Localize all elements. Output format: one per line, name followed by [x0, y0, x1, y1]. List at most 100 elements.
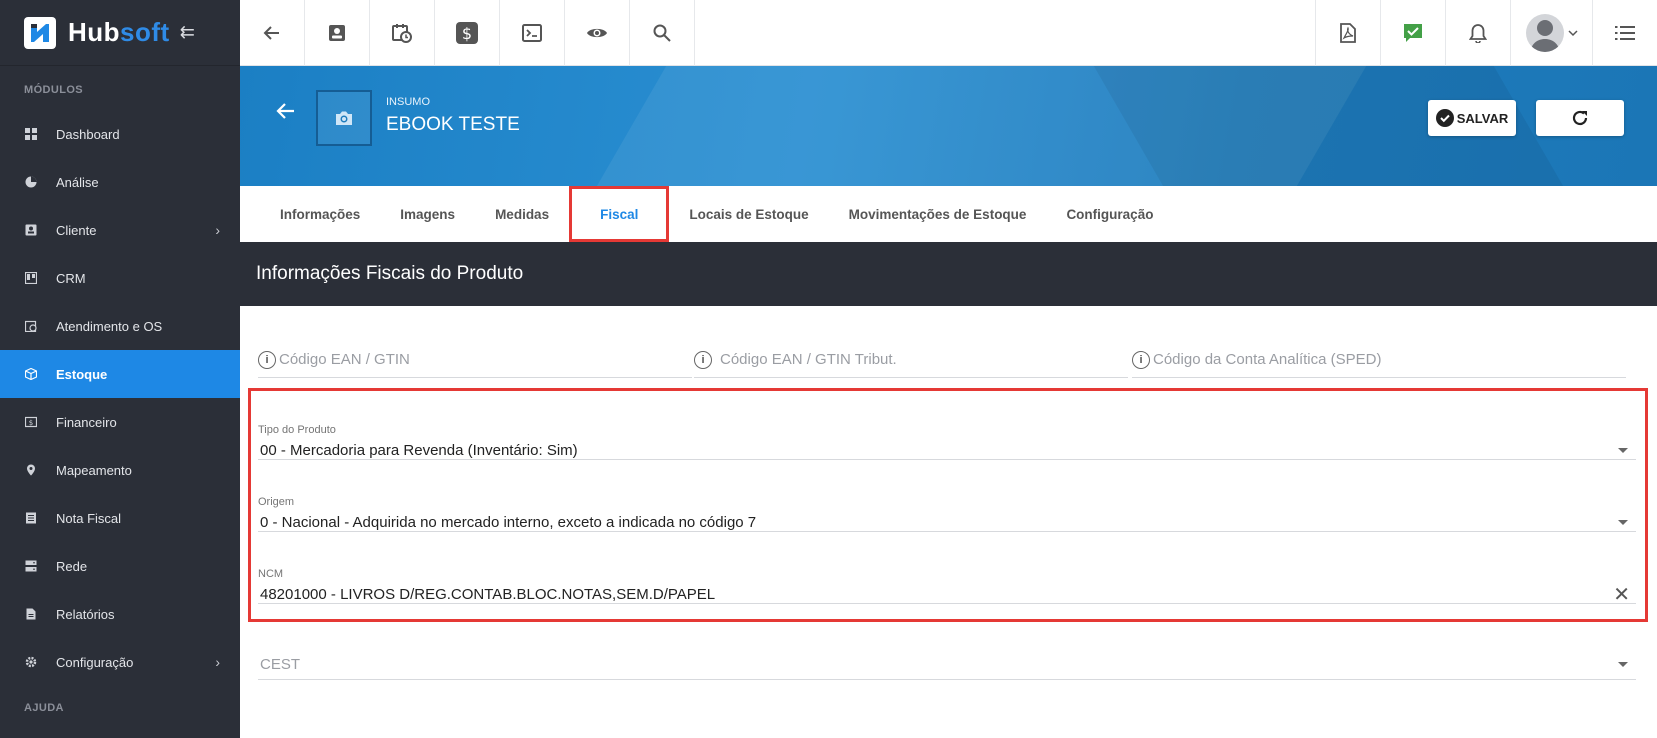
terminal-button[interactable] [500, 0, 565, 66]
ncm-label: NCM [258, 568, 284, 580]
sidebar-item-label: Financeiro [56, 414, 117, 430]
product-photo-upload[interactable] [316, 90, 372, 146]
sidebar-item-label: Relatórios [56, 606, 115, 622]
refresh-button[interactable] [1536, 100, 1624, 136]
sidebar-item-estoque[interactable]: Estoque [0, 350, 240, 398]
schedule-button[interactable] [370, 0, 435, 66]
hubsoft-logo-icon [24, 16, 56, 49]
sidebar-item-cliente[interactable]: Cliente › [0, 206, 240, 254]
user-menu[interactable] [1510, 0, 1592, 66]
sidebar-item-dashboard[interactable]: Dashboard [0, 110, 240, 158]
save-button[interactable]: SALVAR [1428, 100, 1516, 136]
contacts-button[interactable] [305, 0, 370, 66]
bell-icon [1469, 24, 1487, 43]
clear-icon[interactable]: ✕ [1613, 582, 1630, 607]
back-to-list-button[interactable] [276, 102, 296, 125]
sidebar-item-mapeamento[interactable]: Mapeamento [0, 446, 240, 494]
info-icon: i [694, 350, 712, 369]
origem-select[interactable]: Origem 0 - Nacional - Adquirida no merca… [258, 492, 1636, 532]
checked-message-icon [1404, 24, 1422, 42]
back-button[interactable] [240, 0, 305, 66]
sidebar-item-label: Cliente [56, 222, 97, 238]
document-icon [24, 607, 38, 621]
product-kind: INSUMO [386, 96, 430, 108]
tipo-produto-select[interactable]: Tipo do Produto 00 - Mercadoria para Rev… [258, 420, 1636, 460]
kanban-icon [24, 271, 38, 285]
fiscal-form: i Código EAN / GTIN i Código EAN / GTIN … [240, 306, 1657, 738]
tipo-produto-value: 00 - Mercadoria para Revenda (Inventário… [260, 442, 578, 459]
ncm-value: 48201000 - LIVROS D/REG.CONTAB.BLOC.NOTA… [260, 586, 716, 603]
tab-configuracao[interactable]: Configuração [1046, 186, 1173, 242]
sped-account-field[interactable]: i Código da Conta Analítica (SPED) [1132, 342, 1626, 378]
sidebar-item-analise[interactable]: Análise [0, 158, 240, 206]
sidebar-item-label: Nota Fiscal [56, 510, 122, 526]
pie-chart-icon [24, 175, 38, 189]
sidebar-item-rede[interactable]: Rede [0, 542, 240, 590]
notifications-button[interactable] [1445, 0, 1510, 66]
product-title: EBOOK TESTE [386, 114, 520, 135]
sidebar-item-label: Rede [56, 558, 88, 574]
sidebar-item-label: Mapeamento [56, 462, 132, 478]
pdf-icon [1340, 23, 1356, 43]
origem-value: 0 - Nacional - Adquirida no mercado inte… [260, 514, 757, 531]
ean-tribut-field[interactable]: i Código EAN / GTIN Tribut. [694, 342, 1128, 378]
ean-placeholder: Código EAN / GTIN [279, 351, 410, 368]
cest-placeholder: CEST [260, 656, 301, 673]
sidebar-item-atendimento[interactable]: Atendimento e OS [0, 302, 240, 350]
finance-button[interactable]: $ [435, 0, 500, 66]
user-avatar-icon [1529, 20, 1560, 52]
sidebar-item-nota-fiscal[interactable]: Nota Fiscal [0, 494, 240, 542]
info-icon: i [258, 350, 276, 369]
pdf-button[interactable] [1315, 0, 1380, 66]
cest-select[interactable]: CEST [258, 644, 1636, 680]
server-icon [24, 559, 38, 573]
calendar-clock-icon [392, 24, 412, 43]
collapse-sidebar-icon[interactable]: ⇇ [180, 22, 195, 43]
box-icon [24, 367, 38, 381]
tipo-produto-label: Tipo do Produto [258, 424, 336, 436]
gear-icon [24, 655, 38, 669]
ean-tribut-placeholder: Código EAN / GTIN Tribut. [720, 351, 897, 368]
brand-bar: Hubsoft ⇇ [0, 0, 240, 66]
terminal-icon [522, 24, 542, 42]
svg-text:$: $ [462, 24, 472, 43]
search-icon [653, 24, 671, 42]
section-label-modules: MÓDULOS [24, 84, 84, 96]
ean-field[interactable]: i Código EAN / GTIN [258, 342, 692, 378]
sidebar-item-crm[interactable]: CRM [0, 254, 240, 302]
info-icon: i [1132, 350, 1150, 369]
contact-card-icon [329, 25, 345, 41]
menu-list-button[interactable] [1592, 0, 1657, 66]
sidebar-item-configuracao[interactable]: Configuração › [0, 638, 240, 686]
section-label-help: AJUDA [24, 702, 64, 714]
back-arrow-icon [276, 103, 294, 119]
chevron-right-icon: › [215, 222, 220, 238]
dropdown-arrow-icon [1618, 662, 1628, 667]
dropdown-arrow-icon [1618, 520, 1628, 525]
list-icon [1615, 26, 1635, 40]
dropdown-arrow-icon [1618, 448, 1628, 453]
search-button[interactable] [630, 0, 695, 66]
tab-informacoes[interactable]: Informações [260, 186, 380, 242]
ncm-select[interactable]: NCM 48201000 - LIVROS D/REG.CONTAB.BLOC.… [258, 564, 1636, 607]
tab-fiscal[interactable]: Fiscal [569, 186, 670, 242]
calendar-clock-icon [24, 319, 38, 333]
tab-movimentacoes-estoque[interactable]: Movimentações de Estoque [829, 186, 1047, 242]
messages-button[interactable] [1380, 0, 1445, 66]
sidebar-item-label: Dashboard [56, 126, 120, 142]
camera-icon [336, 111, 352, 125]
tab-locais-estoque[interactable]: Locais de Estoque [669, 186, 828, 242]
sidebar-item-label: Configuração [56, 654, 134, 670]
sidebar-item-relatorios[interactable]: Relatórios [0, 590, 240, 638]
tab-medidas[interactable]: Medidas [475, 186, 569, 242]
sidebar-item-financeiro[interactable]: $ Financeiro [0, 398, 240, 446]
view-button[interactable] [565, 0, 630, 66]
receipt-icon [24, 511, 38, 525]
dashboard-icon [24, 127, 38, 141]
section-title: Informações Fiscais do Produto [240, 242, 1657, 306]
map-pin-icon [24, 463, 38, 477]
origem-label: Origem [258, 496, 295, 508]
tab-imagens[interactable]: Imagens [380, 186, 475, 242]
product-header: INSUMO EBOOK TESTE SALVAR [240, 66, 1657, 186]
sidebar-item-label: Análise [56, 174, 99, 190]
